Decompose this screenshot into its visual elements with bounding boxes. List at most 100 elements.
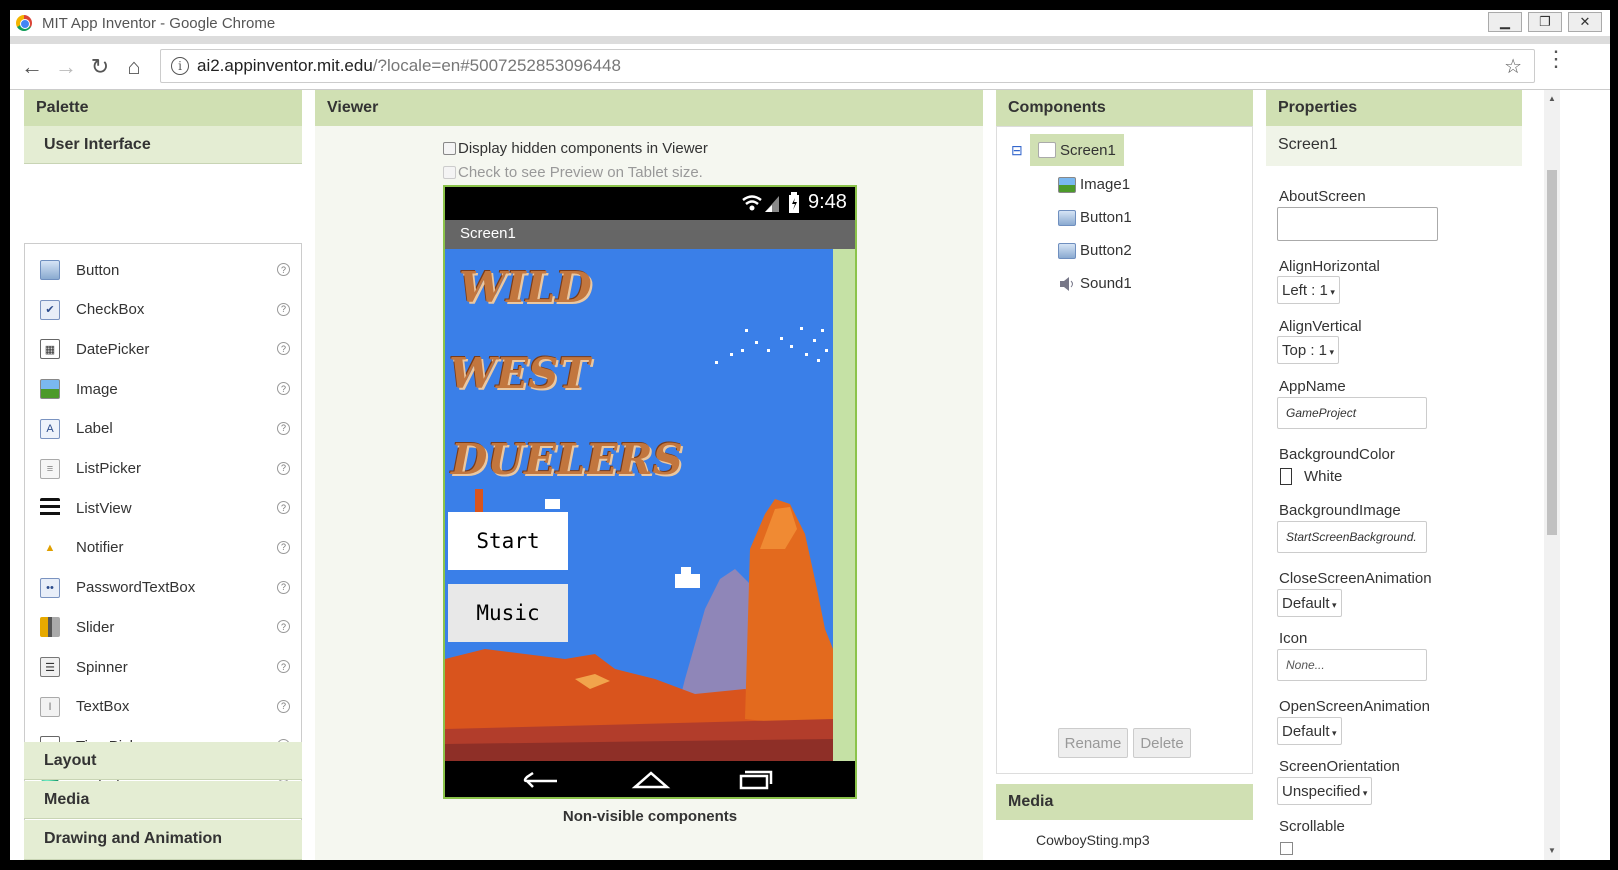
background-color-label: BackgroundColor bbox=[1279, 446, 1395, 463]
spinner-icon: ☰ bbox=[40, 657, 60, 677]
help-icon[interactable]: ? bbox=[277, 660, 290, 673]
phone-preview: 9:48 Screen1 WILD WEST DUELERS Start Mus… bbox=[443, 185, 857, 799]
tree-item-label: Sound1 bbox=[1080, 275, 1132, 292]
speaker-icon bbox=[1060, 276, 1073, 291]
listpicker-icon: ≡ bbox=[40, 458, 60, 479]
background-color-picker[interactable]: White bbox=[1280, 468, 1342, 485]
image-icon bbox=[40, 379, 60, 400]
palette-item-notifier[interactable]: ▲ Notifier? bbox=[40, 528, 290, 568]
start-button[interactable]: Start bbox=[448, 512, 568, 570]
help-icon[interactable]: ? bbox=[277, 699, 290, 713]
components-header: Components bbox=[996, 90, 1253, 126]
browser-window: MIT App Inventor - Google Chrome ▁ ❐ ✕ ←… bbox=[10, 10, 1610, 860]
info-icon[interactable]: i bbox=[171, 57, 189, 75]
maximize-button[interactable]: ❐ bbox=[1528, 12, 1562, 32]
bookmark-star-icon[interactable]: ☆ bbox=[1504, 54, 1522, 79]
tree-item-image1[interactable]: Image1 bbox=[1058, 176, 1130, 193]
tree-item-screen1[interactable]: Screen1 bbox=[1030, 134, 1124, 166]
help-icon[interactable]: ? bbox=[277, 501, 290, 515]
scrollable-checkbox[interactable] bbox=[1280, 842, 1293, 855]
align-vertical-label: AlignVertical bbox=[1279, 318, 1362, 335]
palette-category-user-interface[interactable]: User Interface bbox=[24, 126, 302, 164]
desert-scene bbox=[445, 327, 833, 761]
tree-item-button2[interactable]: Button2 bbox=[1058, 242, 1132, 259]
help-icon[interactable]: ? bbox=[277, 540, 290, 554]
icon-field[interactable]: None... bbox=[1277, 649, 1427, 681]
icon-label: Icon bbox=[1279, 630, 1308, 647]
tab-strip[interactable] bbox=[10, 36, 1610, 44]
help-icon[interactable]: ? bbox=[277, 302, 290, 316]
button-icon bbox=[1058, 242, 1076, 259]
background-image-label: BackgroundImage bbox=[1279, 502, 1401, 519]
music-button[interactable]: Music bbox=[448, 584, 568, 642]
palette-item-listpicker[interactable]: ≡ ListPicker? bbox=[40, 449, 290, 489]
app-name-field[interactable]: GameProject bbox=[1277, 397, 1427, 429]
help-icon[interactable]: ? bbox=[277, 263, 290, 276]
minimize-button[interactable]: ▁ bbox=[1488, 12, 1522, 32]
scroll-down-icon[interactable]: ▼ bbox=[1548, 846, 1556, 855]
about-screen-field[interactable] bbox=[1277, 207, 1438, 241]
align-vertical-dropdown[interactable]: Top : 1 bbox=[1277, 336, 1340, 364]
palette-category-media[interactable]: Media bbox=[24, 781, 302, 819]
home-icon[interactable]: ⌂ bbox=[120, 53, 148, 81]
tablet-preview-box[interactable] bbox=[443, 166, 456, 179]
palette-item-label: TextBox bbox=[76, 698, 130, 716]
window-title: MIT App Inventor - Google Chrome bbox=[42, 14, 276, 32]
help-icon[interactable]: ? bbox=[277, 461, 290, 475]
media-header: Media bbox=[996, 784, 1253, 820]
back-nav-icon bbox=[523, 771, 557, 788]
page-scrollbar[interactable]: ▲ ▼ bbox=[1544, 90, 1560, 860]
background-image-field[interactable]: StartScreenBackground. bbox=[1277, 521, 1427, 553]
palette-item-label: Spinner bbox=[76, 658, 128, 676]
help-icon[interactable]: ? bbox=[277, 620, 290, 634]
rename-button[interactable]: Rename bbox=[1058, 728, 1128, 758]
help-icon[interactable]: ? bbox=[277, 421, 290, 435]
about-screen-label: AboutScreen bbox=[1279, 188, 1366, 205]
palette-item-button[interactable]: Button? bbox=[40, 250, 290, 290]
back-icon[interactable]: ← bbox=[18, 53, 46, 81]
close-animation-dropdown[interactable]: Default bbox=[1277, 589, 1342, 617]
display-hidden-box[interactable] bbox=[443, 142, 456, 155]
palette-category-layout[interactable]: Layout bbox=[24, 742, 302, 780]
palette-item-listview[interactable]: ListView? bbox=[40, 488, 290, 528]
checkbox-icon: ✔ bbox=[40, 299, 60, 320]
passwordtextbox-icon: •• bbox=[40, 577, 60, 598]
collapse-icon[interactable]: ⊟ bbox=[1011, 142, 1023, 159]
background-image: WILD WEST DUELERS Start Music bbox=[445, 249, 833, 761]
reload-icon[interactable]: ↻ bbox=[86, 53, 114, 81]
palette-item-image[interactable]: Image? bbox=[40, 369, 290, 409]
forward-icon[interactable]: → bbox=[52, 53, 80, 81]
tree-item-button1[interactable]: Button1 bbox=[1058, 209, 1132, 226]
media-file[interactable]: CowboySting.mp3 bbox=[1036, 832, 1150, 848]
tree-item-label: Image1 bbox=[1080, 176, 1131, 193]
display-hidden-checkbox[interactable]: Display hidden components in Viewer bbox=[443, 140, 708, 157]
close-animation-label: CloseScreenAnimation bbox=[1279, 570, 1432, 587]
screen-orientation-dropdown[interactable]: Unspecified bbox=[1277, 777, 1373, 805]
browser-menu-icon[interactable]: ⋮ bbox=[1545, 48, 1567, 70]
tree-item-sound1[interactable]: Sound1 bbox=[1058, 275, 1132, 292]
help-icon[interactable]: ? bbox=[277, 580, 290, 594]
help-icon[interactable]: ? bbox=[277, 342, 290, 356]
palette-item-label[interactable]: A Label? bbox=[40, 409, 290, 449]
scrollbar-thumb[interactable] bbox=[1547, 170, 1557, 535]
palette-item-textbox[interactable]: I TextBox? bbox=[40, 687, 290, 727]
battery-icon bbox=[789, 192, 799, 213]
palette-item-datepicker[interactable]: ▦ DatePicker? bbox=[40, 329, 290, 369]
help-icon[interactable]: ? bbox=[277, 382, 290, 396]
chrome-logo-icon bbox=[16, 15, 32, 31]
align-horizontal-dropdown[interactable]: Left : 1 bbox=[1277, 276, 1340, 304]
palette-item-slider[interactable]: Slider? bbox=[40, 607, 290, 647]
palette-item-passwordtextbox[interactable]: •• PasswordTextBox? bbox=[40, 568, 290, 608]
app-name-label: AppName bbox=[1279, 378, 1346, 395]
delete-button[interactable]: Delete bbox=[1133, 728, 1191, 758]
url-field[interactable]: i ai2.appinventor.mit.edu/?locale=en#500… bbox=[160, 49, 1535, 83]
wifi-signal-icon bbox=[742, 195, 779, 212]
title-word-3: DUELERS bbox=[451, 435, 683, 484]
palette-item-checkbox[interactable]: ✔ CheckBox? bbox=[40, 290, 290, 330]
scroll-up-icon[interactable]: ▲ bbox=[1548, 94, 1556, 103]
tablet-preview-checkbox[interactable]: Check to see Preview on Tablet size. bbox=[443, 164, 703, 181]
palette-category-drawing[interactable]: Drawing and Animation bbox=[24, 820, 302, 860]
close-button[interactable]: ✕ bbox=[1568, 12, 1602, 32]
open-animation-dropdown[interactable]: Default bbox=[1277, 717, 1342, 745]
palette-item-spinner[interactable]: ☰ Spinner? bbox=[40, 647, 290, 687]
